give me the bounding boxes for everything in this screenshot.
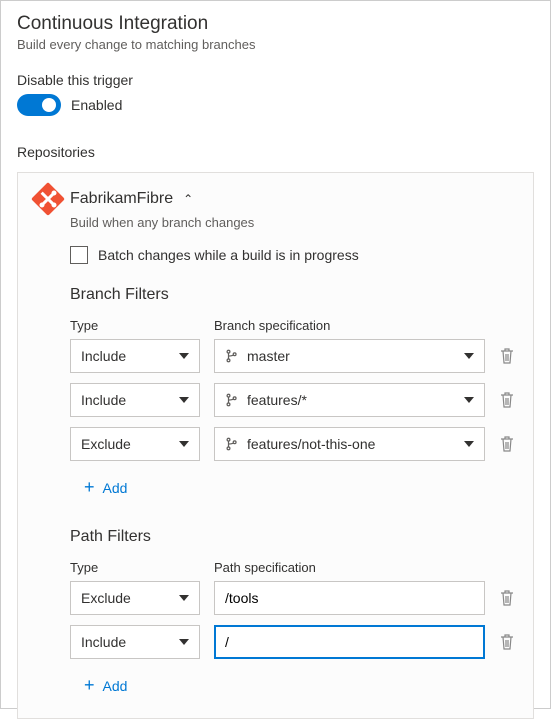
delete-row-button[interactable] (499, 347, 515, 365)
chevron-down-icon (179, 441, 189, 447)
repository-header[interactable]: FabrikamFibre ⌃ (36, 187, 515, 211)
path-filter-row: Exclude (70, 581, 515, 615)
disable-trigger-label: Disable this trigger (17, 72, 534, 88)
branch-filter-row: Exclude features/not-this-one (70, 427, 515, 461)
delete-row-button[interactable] (499, 435, 515, 453)
chevron-down-icon (464, 397, 474, 403)
chevron-down-icon (179, 397, 189, 403)
repository-card: FabrikamFibre ⌃ Build when any branch ch… (17, 172, 534, 719)
delete-row-button[interactable] (499, 633, 515, 651)
chevron-up-icon: ⌃ (183, 192, 193, 206)
repository-name: FabrikamFibre (70, 190, 173, 208)
toggle-state-text: Enabled (71, 97, 122, 113)
page-title: Continuous Integration (17, 13, 534, 35)
path-filter-row: Include (70, 625, 515, 659)
plus-icon: + (84, 675, 95, 696)
git-icon (31, 182, 65, 216)
page-subtitle: Build every change to matching branches (17, 37, 534, 52)
branch-icon (225, 393, 239, 407)
path-filters-group: Path Filters Type Path specification Exc… (70, 528, 515, 696)
chevron-down-icon (464, 441, 474, 447)
branch-filters-title: Branch Filters (70, 286, 515, 304)
plus-icon: + (84, 477, 95, 498)
path-type-select[interactable]: Exclude (70, 581, 200, 615)
branch-filters-group: Branch Filters Type Branch specification… (70, 286, 515, 498)
chevron-down-icon (179, 595, 189, 601)
branch-type-select[interactable]: Include (70, 383, 200, 417)
add-path-filter-button[interactable]: + Add (84, 675, 127, 696)
branch-icon (225, 437, 239, 451)
branch-spec-select[interactable]: features/not-this-one (214, 427, 485, 461)
path-type-header: Type (70, 560, 200, 575)
batch-checkbox[interactable] (70, 246, 88, 264)
branch-filter-row: Include master (70, 339, 515, 373)
repositories-label: Repositories (17, 144, 534, 160)
branch-spec-select[interactable]: features/* (214, 383, 485, 417)
branch-filter-row: Include features/* (70, 383, 515, 417)
repository-description: Build when any branch changes (70, 215, 515, 230)
batch-label: Batch changes while a build is in progre… (98, 247, 359, 263)
chevron-down-icon (179, 639, 189, 645)
delete-row-button[interactable] (499, 589, 515, 607)
branch-spec-select[interactable]: master (214, 339, 485, 373)
path-type-select[interactable]: Include (70, 625, 200, 659)
branch-icon (225, 349, 239, 363)
branch-type-header: Type (70, 318, 200, 333)
chevron-down-icon (179, 353, 189, 359)
branch-spec-header: Branch specification (214, 318, 481, 333)
branch-type-select[interactable]: Exclude (70, 427, 200, 461)
chevron-down-icon (464, 353, 474, 359)
enable-toggle[interactable] (17, 94, 61, 116)
path-filters-title: Path Filters (70, 528, 515, 546)
delete-row-button[interactable] (499, 391, 515, 409)
branch-type-select[interactable]: Include (70, 339, 200, 373)
path-spec-input[interactable] (214, 581, 485, 615)
path-spec-header: Path specification (214, 560, 481, 575)
add-branch-filter-button[interactable]: + Add (84, 477, 127, 498)
path-spec-input[interactable] (214, 625, 485, 659)
